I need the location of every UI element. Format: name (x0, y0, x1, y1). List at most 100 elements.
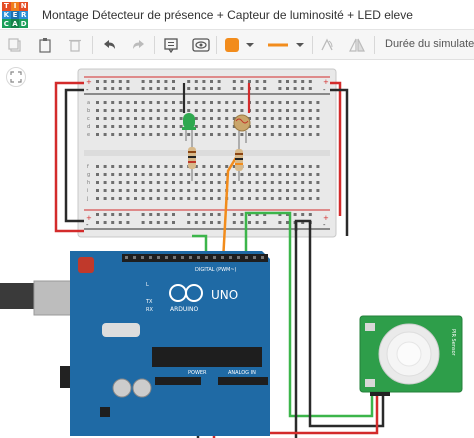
breadboard-hole (316, 125, 320, 128)
line-style-picker[interactable] (264, 34, 308, 56)
copy-icon[interactable] (4, 34, 26, 56)
breadboard-hole (179, 189, 183, 192)
breadboard-hole (141, 87, 145, 90)
breadboard-hole (103, 213, 107, 216)
breadboard-hole (278, 109, 282, 112)
breadboard-hole (293, 109, 297, 112)
breadboard-hole (194, 117, 198, 120)
breadboard[interactable]: abcdefghij + - + - + - + - (77, 68, 337, 238)
breadboard-hole (172, 87, 175, 90)
breadboard-hole (118, 181, 122, 184)
header-pin (157, 256, 160, 259)
breadboard-hole (286, 173, 289, 176)
breadboard-row-label: h (87, 180, 90, 186)
toolbar-separator (312, 36, 313, 54)
breadboard-hole (134, 165, 137, 168)
breadboard-hole (96, 117, 99, 120)
breadboard-hole (103, 117, 107, 120)
breadboard-hole (293, 117, 297, 120)
breadboard-hole (202, 181, 206, 184)
arduino-uno-board[interactable]: UNO ARDUINO DIGITAL (PWM~) POWER ANALOG … (70, 251, 270, 436)
breadboard-hole (149, 117, 153, 120)
pir-sensor[interactable]: PIR Sensor PARALLAX (344, 315, 463, 396)
rail-sign-plus: + (86, 78, 92, 86)
breadboard-hole (263, 80, 267, 83)
breadboard-hole (217, 221, 221, 224)
undo-icon[interactable] (98, 34, 120, 56)
breadboard-hole (210, 80, 213, 83)
pir-side-text: PARALLAX (344, 351, 350, 377)
logo-letter: N (19, 2, 28, 11)
redo-icon[interactable] (128, 34, 150, 56)
breadboard-hole (308, 181, 312, 184)
logo-letter: D (19, 19, 28, 28)
breadboard-hole (126, 197, 130, 200)
led-label-l: L (146, 282, 149, 288)
breadboard-hole (96, 165, 99, 168)
breadboard-hole (301, 109, 305, 112)
breadboard-hole (172, 117, 175, 120)
breadboard-hole (156, 87, 160, 90)
breadboard-hole (126, 213, 130, 216)
breadboard-hole (194, 221, 198, 224)
breadboard-hole (156, 213, 160, 216)
breadboard-hole (156, 173, 160, 176)
breadboard-hole (308, 189, 312, 192)
delete-icon[interactable] (64, 34, 86, 56)
paste-icon[interactable] (34, 34, 56, 56)
breadboard-hole (301, 80, 305, 83)
breadboard-hole (111, 125, 115, 128)
reset-button[interactable] (78, 257, 94, 273)
breadboard-hole (210, 125, 213, 128)
color-picker[interactable] (222, 34, 258, 56)
breadboard-hole (255, 197, 259, 200)
breadboard-hole (179, 165, 183, 168)
breadboard-hole (217, 165, 221, 168)
breadboard-hole (293, 213, 297, 216)
visibility-icon[interactable] (190, 34, 212, 56)
breadboard-hole (232, 87, 236, 90)
breadboard-hole (210, 197, 213, 200)
breadboard-hole (232, 173, 236, 176)
flip-icon[interactable] (346, 34, 368, 56)
breadboard-hole (111, 165, 115, 168)
breadboard-hole (210, 181, 213, 184)
breadboard-hole (149, 87, 153, 90)
breadboard-hole (134, 101, 137, 104)
breadboard-hole (111, 80, 115, 83)
project-title[interactable]: Montage Détecteur de présence + Capteur … (42, 8, 413, 22)
tinkercad-logo[interactable]: T I N K E R C A D (2, 2, 28, 28)
breadboard-hole (308, 80, 312, 83)
breadboard-hole (118, 213, 122, 216)
breadboard-hole (270, 197, 274, 200)
breadboard-hole (172, 101, 175, 104)
breadboard-hole (202, 173, 206, 176)
breadboard-hole (217, 197, 221, 200)
breadboard-hole (156, 109, 160, 112)
breadboard-hole (156, 117, 160, 120)
breadboard-hole (141, 125, 145, 128)
header-pin (173, 256, 176, 259)
rotate-icon[interactable] (316, 34, 338, 56)
breadboard-hole (255, 189, 259, 192)
breadboard-hole (270, 125, 274, 128)
breadboard-hole (103, 189, 107, 192)
breadboard-hole (194, 189, 198, 192)
breadboard-hole (164, 173, 168, 176)
breadboard-hole (240, 133, 244, 136)
breadboard-hole (286, 221, 289, 224)
breadboard-hole (240, 173, 244, 176)
note-icon[interactable] (160, 34, 182, 56)
breadboard-hole (270, 173, 274, 176)
breadboard-hole (194, 213, 198, 216)
breadboard-hole (179, 109, 183, 112)
breadboard-hole (278, 125, 282, 128)
breadboard-hole (301, 165, 305, 168)
breadboard-hole (240, 87, 244, 90)
breadboard-hole (194, 181, 198, 184)
breadboard-hole (179, 181, 183, 184)
header-pin (189, 256, 192, 259)
breadboard-hole (126, 165, 130, 168)
pir-pins (370, 392, 390, 396)
circuit-canvas[interactable]: abcdefghij + - + - + - + - UNO ARDUINO D… (0, 61, 474, 438)
